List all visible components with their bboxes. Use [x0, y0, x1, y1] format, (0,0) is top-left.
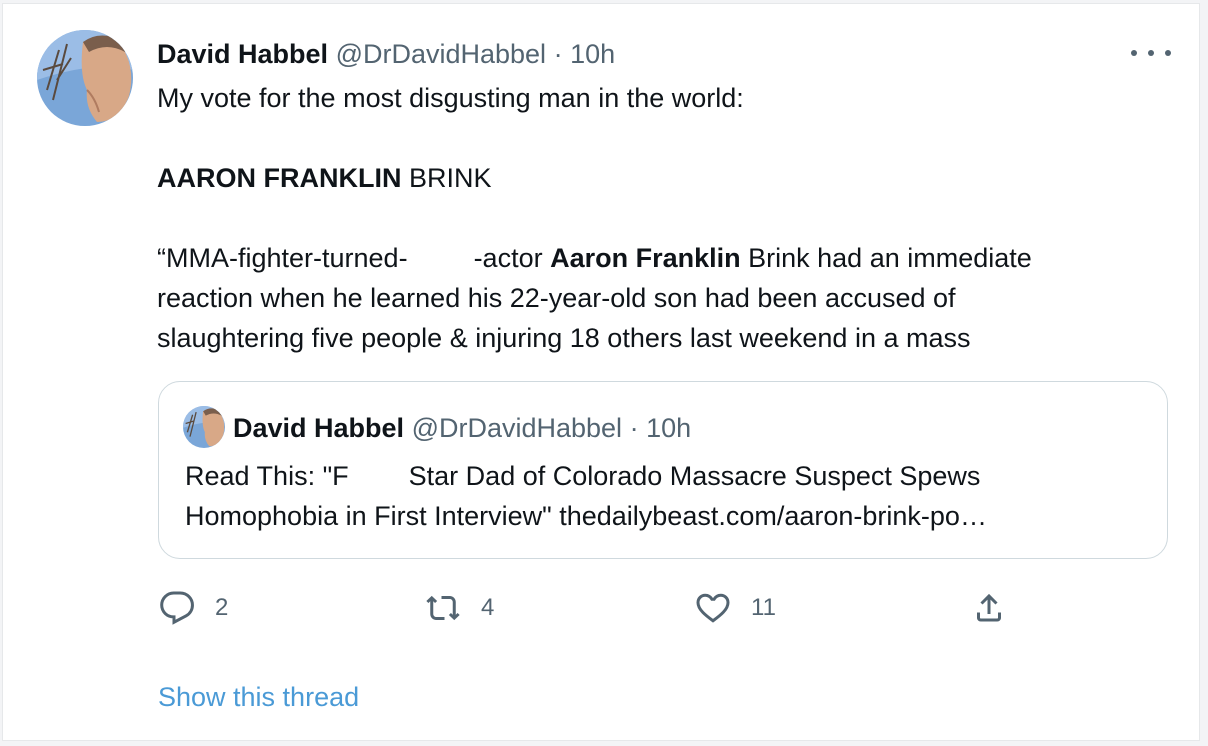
quoted-tweet[interactable]: David Habbel @DrDavidHabbel · 10h Read T… — [158, 381, 1168, 559]
reply-count: 2 — [215, 594, 229, 621]
retweet-icon — [426, 595, 460, 621]
tweet-line-3: “MMA-fighter-turned- -actor Aaron Frankli… — [157, 243, 1032, 273]
tweet-header: David Habbel @DrDavidHabbel · 10h — [157, 34, 615, 74]
like-button[interactable]: 11 — [695, 588, 776, 628]
quoted-line-2: Homophobia in First Interview" thedailyb… — [185, 501, 987, 531]
tweet-line-2: AARON FRANKLIN BRINK — [157, 163, 492, 193]
quoted-author-handle: @DrDavidHabbel — [411, 413, 623, 443]
tweet-text: My vote for the most disgusting man in t… — [157, 78, 1157, 358]
retweet-button[interactable]: 4 — [425, 588, 494, 628]
author-name[interactable]: David Habbel — [157, 39, 328, 69]
retweet-count: 4 — [481, 594, 495, 621]
reply-button[interactable]: 2 — [159, 588, 228, 628]
avatar-image — [37, 30, 133, 126]
tweet-actions: 2 4 11 — [159, 588, 1019, 628]
quoted-time-separator: · — [622, 413, 647, 443]
tweet-line-5: slaughtering five people & injuring 18 o… — [157, 323, 971, 353]
quoted-line-1: Read This: "F Star Dad of Colorado Massac… — [185, 461, 981, 491]
like-icon — [696, 593, 730, 623]
tweet-line-4: reaction when he learned his 22-year-old… — [157, 283, 956, 313]
quoted-header: David Habbel @DrDavidHabbel · 10h — [233, 408, 691, 448]
quoted-avatar — [183, 406, 225, 448]
quoted-text: Read This: "F Star Dad of Colorado Massac… — [185, 456, 1145, 536]
avatar[interactable] — [37, 30, 133, 126]
tweet-time[interactable]: 10h — [570, 39, 615, 69]
tweet-line-1: My vote for the most disgusting man in t… — [157, 83, 744, 113]
quoted-time: 10h — [646, 413, 692, 443]
tweet-card[interactable]: David Habbel @DrDavidHabbel · 10h My vot… — [2, 3, 1200, 741]
author-handle[interactable]: @DrDavidHabbel — [336, 39, 547, 69]
show-thread-link[interactable]: Show this thread — [158, 677, 359, 717]
reply-icon — [160, 591, 194, 625]
quoted-author-name: David Habbel — [233, 413, 405, 443]
share-icon — [977, 593, 1001, 622]
more-icon[interactable] — [1131, 42, 1171, 64]
share-button[interactable] — [971, 588, 1027, 628]
time-separator: · — [546, 39, 571, 69]
like-count: 11 — [751, 594, 776, 621]
